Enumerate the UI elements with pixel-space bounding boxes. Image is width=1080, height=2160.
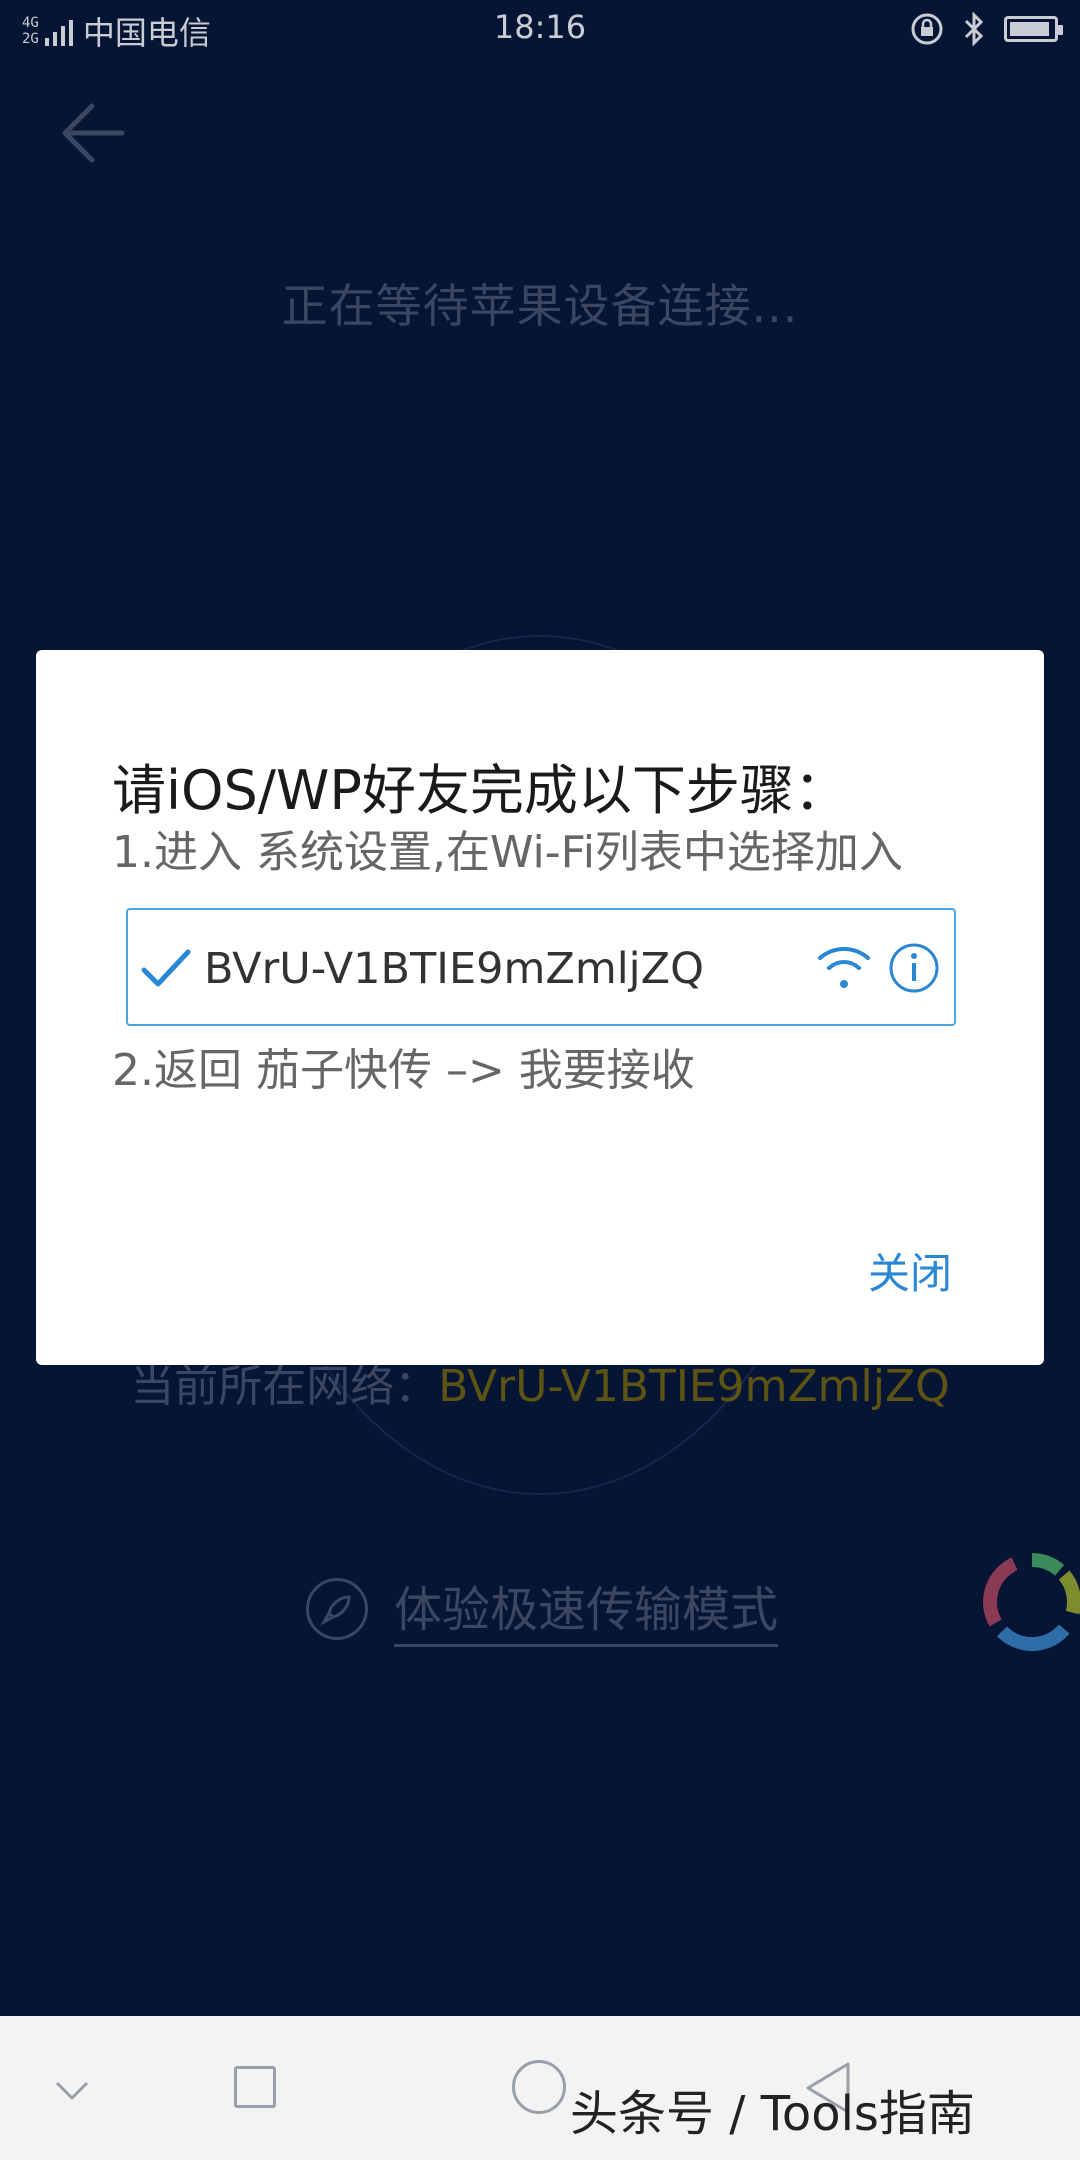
back-arrow-icon[interactable] [58, 98, 128, 168]
status-bar: 4G 2G 中国电信 18:16 [0, 0, 1080, 56]
status-right [910, 12, 1063, 46]
step-1-text: 1.进入 系统设置,在Wi-Fi列表中选择加入 [112, 827, 903, 878]
watermark: 头条号 / Tools指南 [570, 2086, 975, 2142]
dialog-title: 请iOS/WP好友完成以下步骤： [112, 759, 848, 822]
instructions-dialog: 请iOS/WP好友完成以下步骤： 1.进入 系统设置,在Wi-Fi列表中选择加入… [36, 650, 1044, 1365]
info-icon[interactable] [888, 942, 940, 994]
wifi-icon [818, 947, 870, 988]
rocket-icon [306, 1577, 368, 1640]
waiting-text: 正在等待苹果设备连接... [281, 279, 799, 333]
close-button[interactable]: 关闭 [868, 1240, 952, 1301]
step-2-text: 2.返回 茄子快传 –> 我要接收 [112, 1045, 695, 1096]
rotation-lock-icon [911, 13, 943, 45]
current-network-ssid: BVrU-V1BTIE9mZmljZQ [438, 1361, 950, 1412]
nav-down-chevron-icon[interactable] [52, 2076, 92, 2106]
wifi-ssid: BVrU-V1BTIE9mZmljZQ [204, 944, 704, 994]
current-network-label: 当前所在网络： [130, 1361, 439, 1412]
wifi-network-item[interactable]: BVrU-V1BTIE9mZmljZQ [126, 908, 956, 1026]
speed-mode-link[interactable]: 体验极速传输模式 [306, 1570, 779, 1647]
speed-mode-label: 体验极速传输模式 [394, 1570, 779, 1647]
battery-icon [1004, 16, 1063, 42]
bluetooth-icon [964, 12, 984, 46]
floating-ring-icon[interactable] [978, 1550, 1080, 1654]
check-icon [141, 949, 191, 987]
nav-home-icon[interactable] [512, 2060, 566, 2114]
nav-recents-icon[interactable] [234, 2066, 276, 2108]
